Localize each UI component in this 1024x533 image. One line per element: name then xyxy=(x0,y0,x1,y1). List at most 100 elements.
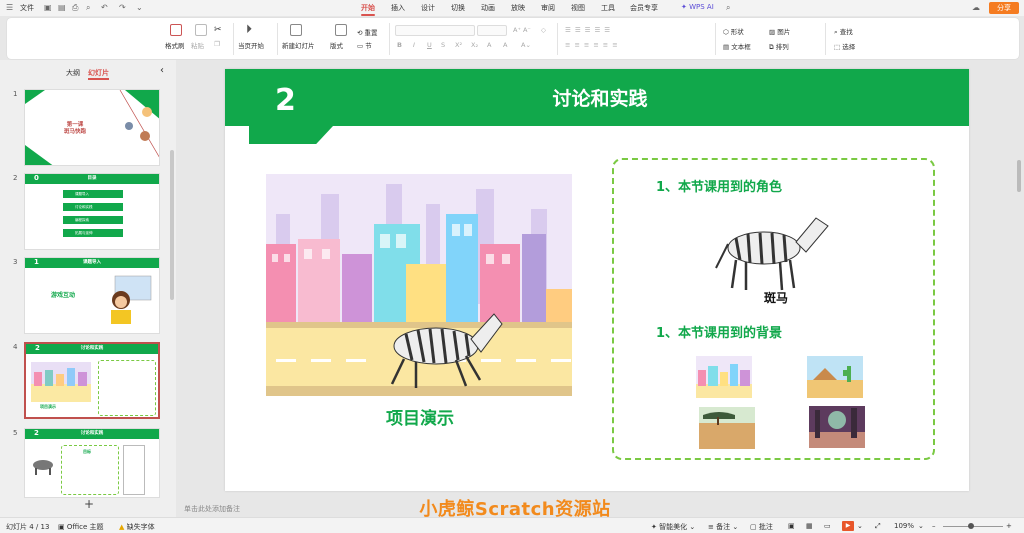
select-button[interactable]: ⬚ 选择 xyxy=(834,41,855,51)
font-size-select[interactable] xyxy=(477,25,507,36)
slide-thumbnail-5[interactable]: 2 讨论和实践 目标 xyxy=(24,428,160,498)
font-grow-icon[interactable]: A⁺ A⁻ xyxy=(513,26,531,34)
shape-button[interactable]: ⬡ 形状 xyxy=(723,26,744,36)
font-family-select[interactable] xyxy=(395,25,475,36)
align-icons[interactable]: ≡≡≡≡≡≡ xyxy=(565,41,622,49)
section-label: 节 xyxy=(365,42,372,50)
redo-icon[interactable]: ↷ xyxy=(119,3,126,12)
subscript-icon[interactable]: X₂ xyxy=(471,41,478,49)
slideshow-play-icon[interactable]: ▶ xyxy=(842,521,854,531)
reset-button[interactable]: ⟲ 重置 xyxy=(357,27,378,37)
more-chevron-icon[interactable]: ⌄ xyxy=(136,3,143,12)
copy-icon[interactable]: ❐ xyxy=(214,40,220,48)
slide-thumbnail-4[interactable]: 2 讨论和实践 项目演示 xyxy=(24,342,160,419)
title-bar: ☰ 文件 ▣ ▤ ⎙ ⌕ ↶ ↷ ⌄ 开始 插入 设计 切换 动画 放映 审阅 … xyxy=(0,0,1024,16)
tab-design[interactable]: 设计 xyxy=(421,3,435,13)
slide-canvas[interactable]: 2 讨论和实践 项目演示 1、本节课用到的角色 斑马 1、本节课用到的背景 xyxy=(225,69,969,491)
slide-count: 幻灯片 4 / 13 xyxy=(6,523,50,531)
picture-button[interactable]: ▨ 图片 xyxy=(769,26,790,36)
strike-icon[interactable]: S xyxy=(441,41,445,49)
fit-window-icon[interactable]: ⤢ xyxy=(875,522,881,531)
textbox-label: 文本框 xyxy=(731,43,751,51)
theme-button[interactable]: ▣ Office 主题 xyxy=(58,522,104,532)
tab-slideshow[interactable]: 放映 xyxy=(511,3,525,13)
notes-toggle-button[interactable]: ≡ 备注 ⌄ xyxy=(708,522,738,532)
slide-sorter-icon[interactable]: ▦ xyxy=(806,522,813,530)
project-demo-label[interactable]: 项目演示 xyxy=(345,404,495,429)
tab-review[interactable]: 审阅 xyxy=(541,3,555,13)
toc-item: 编程探索 xyxy=(63,216,123,224)
italic-icon[interactable]: I xyxy=(413,41,415,49)
find-button[interactable]: ⌕ 查找 xyxy=(834,26,853,37)
section-button[interactable]: ▭ 节 xyxy=(357,40,372,50)
picture-label: 图片 xyxy=(777,28,791,36)
divider xyxy=(557,23,558,55)
menu-icon[interactable]: ☰ xyxy=(6,3,13,12)
slides-tab[interactable]: 幻灯片 xyxy=(88,68,109,80)
wps-ai-button[interactable]: ✦ WPS AI xyxy=(681,3,714,11)
char-spacing-icon[interactable]: A⌄ xyxy=(521,41,531,49)
comments-button[interactable]: ▢ 批注 xyxy=(750,522,773,532)
cloud-icon[interactable]: ☁ xyxy=(972,3,980,12)
tab-view[interactable]: 视图 xyxy=(571,3,585,13)
paste-button[interactable]: 粘贴 xyxy=(191,40,204,50)
slide-5-header: 2 讨论和实践 xyxy=(25,429,159,439)
tab-tools[interactable]: 工具 xyxy=(601,3,615,13)
tab-member[interactable]: 会员专享 xyxy=(630,3,658,13)
cut-icon[interactable]: ✂ xyxy=(214,25,222,35)
zoom-out-icon[interactable]: – xyxy=(932,522,936,530)
format-painter-button[interactable]: 格式刷 xyxy=(165,40,185,50)
zoom-dropdown-icon[interactable]: ⌄ xyxy=(918,522,924,530)
slide-thumbnail-3[interactable]: 1 课题导入 游戏互动 xyxy=(24,257,160,334)
slide-title[interactable]: 讨论和实践 xyxy=(525,84,675,111)
tab-animation[interactable]: 动画 xyxy=(481,3,495,13)
from-current-button[interactable]: 当页开始 xyxy=(238,40,264,50)
search-icon[interactable]: ⌕ xyxy=(726,3,730,13)
export-pdf-icon[interactable]: ▤ xyxy=(58,3,66,12)
underline-icon[interactable]: U xyxy=(427,41,432,49)
thumbnail-scrollbar[interactable] xyxy=(170,150,174,300)
textbox-button[interactable]: ▤ 文本框 xyxy=(723,41,751,51)
arrange-button[interactable]: ⧉ 排列 xyxy=(769,41,789,52)
superscript-icon[interactable]: X² xyxy=(455,41,462,49)
notes-placeholder[interactable]: 单击此处添加备注 xyxy=(184,504,240,514)
zoom-level[interactable]: 109% xyxy=(894,522,914,530)
smart-beautify-button[interactable]: ✦ 智能美化 ⌄ xyxy=(651,522,695,532)
slideshow-dropdown-icon[interactable]: ⌄ xyxy=(857,522,863,530)
layout-button[interactable]: 版式 xyxy=(330,40,343,50)
resources-box[interactable]: 1、本节课用到的角色 斑马 1、本节课用到的背景 xyxy=(612,158,935,460)
zebra-label: 斑马 xyxy=(763,291,788,305)
background-jungle-thumbnail xyxy=(809,406,865,448)
normal-view-icon[interactable]: ▣ xyxy=(788,522,795,530)
share-button[interactable]: 分享 xyxy=(989,2,1019,14)
notes-label: 备注 xyxy=(716,523,731,531)
city-street-image[interactable] xyxy=(266,174,572,396)
list-icons[interactable]: ☰☰☰☰☰ xyxy=(565,26,614,34)
slide-thumbnail-2[interactable]: 0 目录 课题导入 讨论和实践 编程探索 拓展与延伸 xyxy=(24,173,160,250)
font-color-icon[interactable]: A xyxy=(487,41,491,49)
clear-format-icon[interactable]: ◇ xyxy=(541,26,546,34)
bold-icon[interactable]: B xyxy=(397,41,402,49)
slide-number: 5 xyxy=(13,429,18,437)
reading-view-icon[interactable]: ▭ xyxy=(824,522,831,530)
background-city-thumbnail xyxy=(696,356,752,398)
tab-transition[interactable]: 切换 xyxy=(451,3,465,13)
highlight-icon[interactable]: A xyxy=(503,41,507,49)
slide-thumbnail-1[interactable]: 第一课 斑马快跑 xyxy=(24,89,160,166)
preview-icon[interactable]: ⌕ xyxy=(86,3,90,13)
tab-home[interactable]: 开始 xyxy=(361,3,375,16)
undo-icon[interactable]: ↶ xyxy=(101,3,108,12)
slide-thumbnail-pane: 大纲 幻灯片 ‹ 1 第一课 斑马快跑 2 0 目录 课题导入 讨论和实践 编程探… xyxy=(0,60,176,517)
file-menu[interactable]: 文件 xyxy=(20,3,34,13)
zoom-slider-thumb[interactable] xyxy=(968,523,974,529)
tab-insert[interactable]: 插入 xyxy=(391,3,405,13)
save-icon[interactable]: ▣ xyxy=(44,3,52,12)
new-slide-button[interactable]: 新建幻灯片 xyxy=(282,40,315,50)
print-icon[interactable]: ⎙ xyxy=(72,3,78,13)
collapse-pane-icon[interactable]: ‹ xyxy=(160,65,164,76)
missing-font-button[interactable]: ▲ 缺失字体 xyxy=(119,522,155,532)
add-slide-button[interactable]: + xyxy=(84,497,94,511)
canvas-scrollbar[interactable] xyxy=(1017,160,1021,192)
outline-tab[interactable]: 大纲 xyxy=(66,68,80,78)
zoom-in-icon[interactable]: + xyxy=(1006,522,1012,530)
